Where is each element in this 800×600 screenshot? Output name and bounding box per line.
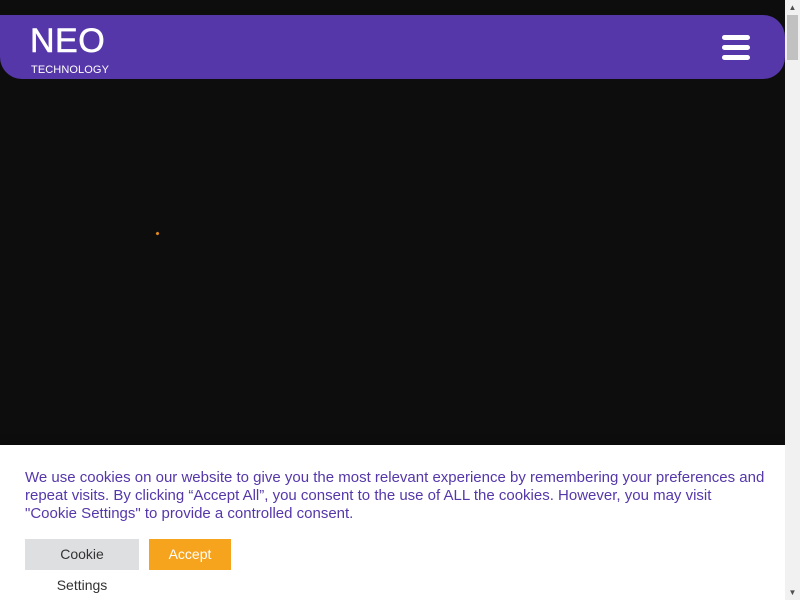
logo-main-text: NEO [30, 22, 106, 60]
hamburger-menu-icon[interactable] [722, 35, 750, 61]
menu-bar-middle [722, 45, 750, 50]
scroll-up-arrow-icon[interactable]: ▲ [785, 0, 800, 15]
logo-sub-text: TECHNOLOGY [31, 64, 110, 76]
cookie-consent-banner: We use cookies on our website to give yo… [0, 445, 785, 600]
hero-spark-graphic [155, 231, 160, 236]
accept-all-button[interactable]: Accept All [149, 539, 231, 593]
cookie-message: We use cookies on our website to give yo… [25, 469, 765, 522]
cookie-settings-button[interactable]: Cookie Settings [25, 539, 139, 593]
scrollbar-thumb[interactable] [787, 15, 798, 60]
site-logo[interactable]: NEO TECHNOLOGY [30, 22, 120, 76]
menu-bar-top [722, 35, 750, 40]
page: NEO TECHNOLOGY We use cookies on our web… [0, 0, 800, 600]
menu-bar-bottom [722, 55, 750, 60]
page-scrollbar[interactable]: ▲ ▼ [785, 0, 800, 600]
hero-section [0, 79, 785, 445]
scroll-down-arrow-icon[interactable]: ▼ [785, 585, 800, 600]
site-header: NEO TECHNOLOGY [0, 15, 785, 79]
